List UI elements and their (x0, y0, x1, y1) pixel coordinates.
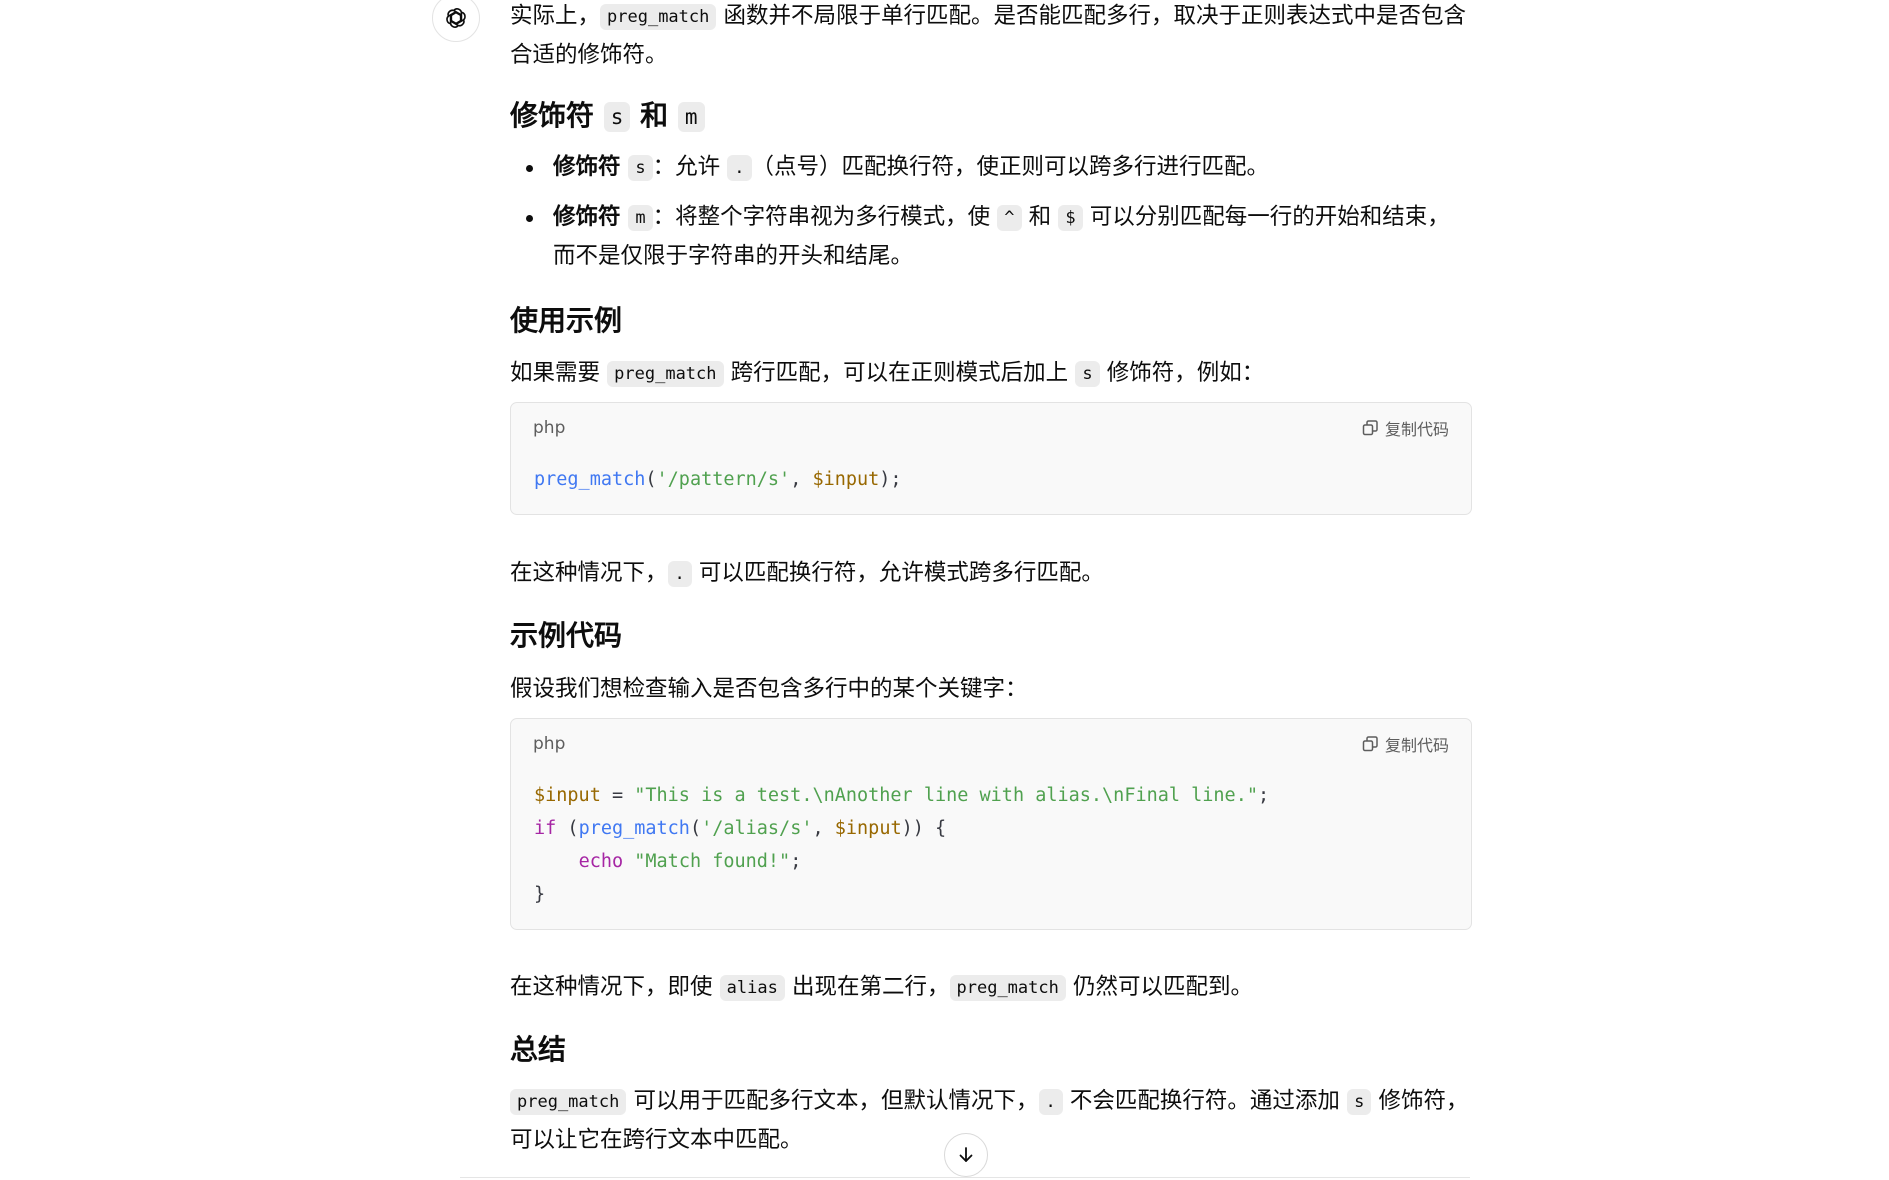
arrow-down-icon (959, 1147, 973, 1162)
usage-heading: 使用示例 (510, 304, 623, 337)
text: 实际上， (510, 3, 601, 29)
summary-paragraph: preg_match 可以用于匹配多行文本，但默认情况下，. 不会匹配换行符。通… (510, 1082, 1472, 1159)
code-token: ); (879, 469, 902, 490)
openai-logo-icon (446, 8, 466, 28)
bold-text: 修饰符 (553, 154, 629, 180)
example-heading: 示例代码 (510, 619, 623, 652)
code-block: php 复制代码 $input = "This is a test.\nAnot… (510, 718, 1472, 930)
list-item: 修饰符 s ：允许 . （点号）匹配换行符，使正则可以跨多行进行匹配。 (510, 148, 1472, 187)
inline-code: m (628, 205, 653, 231)
text: 如果需要 (510, 360, 608, 386)
heading-text: 和 (630, 99, 678, 132)
code-token: $input (534, 785, 601, 806)
code-language-label: php (533, 418, 566, 438)
inline-code: . (727, 155, 752, 181)
code-token: } (534, 884, 546, 905)
copy-icon (1362, 736, 1378, 752)
code-token: $input (812, 469, 880, 490)
code-block-header: php 复制代码 (511, 719, 1471, 769)
assistant-avatar (432, 0, 480, 42)
inline-code: preg_match (510, 1089, 627, 1115)
text: 出现在第二行， (784, 974, 950, 1000)
explanation-paragraph: 在这种情况下，. 可以匹配换行符，允许模式跨多行匹配。 (510, 554, 1472, 593)
text: 可以匹配换行符，允许模式跨多行匹配。 (691, 560, 1104, 586)
text: （点号）匹配换行符，使正则可以跨多行进行匹配。 (751, 154, 1270, 180)
text: ：将整个字符串视为多行模式，使 (652, 204, 998, 230)
code-block: php 复制代码 preg_match('/pattern/s', $input… (510, 402, 1472, 515)
code-content[interactable]: preg_match('/pattern/s', $input); (511, 453, 1471, 514)
code-token: )) { (901, 818, 947, 839)
code-token: , (812, 818, 835, 839)
inline-code: preg_match (607, 361, 724, 387)
summary-heading: 总结 (510, 1033, 567, 1066)
text: 和 (1021, 204, 1059, 230)
code-token: '/pattern/s' (656, 469, 791, 490)
code-token: ( (689, 818, 702, 839)
bold-text: 修饰符 (553, 204, 629, 230)
code-token: ; (790, 851, 802, 872)
code-token: '/alias/s' (701, 818, 813, 839)
code-content[interactable]: $input = "This is a test.\nAnother line … (511, 769, 1471, 929)
code-language-label: php (533, 734, 566, 754)
inline-code: s (628, 155, 653, 181)
code-token: "Match found!" (634, 851, 791, 872)
inline-code: . (667, 561, 692, 587)
inline-code: s (1075, 361, 1100, 387)
code-token: preg_match (578, 818, 690, 839)
text: 仍然可以匹配到。 (1065, 974, 1254, 1000)
inline-code: preg_match (949, 975, 1066, 1001)
result-paragraph: 在这种情况下，即使 alias 出现在第二行， preg_match 仍然可以匹配… (510, 968, 1472, 1007)
intro-paragraph: 实际上， preg_match 函数并不局限于单行匹配。是否能匹配多行，取决于正则… (510, 0, 1472, 74)
code-token: preg_match (534, 469, 646, 490)
example-paragraph: 假设我们想检查输入是否包含多行中的某个关键字： (510, 676, 1028, 702)
copy-code-button[interactable]: 复制代码 (1361, 416, 1449, 440)
scroll-to-bottom-button[interactable] (944, 1133, 988, 1177)
text: 修饰符，例如： (1099, 360, 1265, 386)
text: 在这种情况下，即使 (510, 974, 720, 1000)
composer-divider (460, 1177, 1470, 1178)
code-token: $input (834, 818, 902, 839)
copy-code-button[interactable]: 复制代码 (1361, 732, 1449, 756)
code-token: ( (645, 469, 657, 490)
list-item: 修饰符 m ：将整个字符串视为多行模式，使 ^ 和 $ 可以分别匹配每一行的开始和… (510, 198, 1472, 275)
inline-code: s (1347, 1089, 1372, 1115)
inline-code: preg_match (600, 4, 717, 30)
text: 不会匹配换行符。通过添加 (1062, 1088, 1348, 1114)
code-token: , (790, 469, 813, 490)
text: 在这种情况下， (510, 560, 668, 586)
modifiers-list: 修饰符 s ：允许 . （点号）匹配换行符，使正则可以跨多行进行匹配。 修饰符 m：… (510, 148, 1472, 275)
code-token: echo (578, 851, 624, 872)
code-token: if (534, 818, 557, 839)
code-token: = (600, 785, 635, 806)
heading-text: 修饰符 (510, 99, 604, 132)
inline-code: ^ (997, 205, 1022, 231)
text: ：允许 (652, 154, 728, 180)
code-block-header: php 复制代码 (511, 403, 1471, 453)
inline-code: $ (1058, 205, 1083, 231)
code-token: ( (556, 818, 579, 839)
usage-paragraph: 如果需要 preg_match 跨行匹配，可以在正则模式后加上 s 修饰符，例如… (510, 354, 1472, 393)
code-token: ; (1257, 785, 1270, 806)
modifiers-heading: 修饰符 s 和 m (510, 96, 705, 137)
inline-code: m (677, 102, 705, 132)
inline-code: . (1038, 1089, 1063, 1115)
copy-code-label: 复制代码 (1384, 736, 1449, 755)
text: 可以用于匹配多行文本，但默认情况下， (626, 1088, 1039, 1114)
copy-icon (1362, 420, 1378, 436)
code-token: "This is a test.\nAnother line with alia… (634, 785, 1258, 806)
copy-code-label: 复制代码 (1384, 420, 1449, 439)
text: 跨行匹配，可以在正则模式后加上 (723, 360, 1076, 386)
inline-code: s (603, 102, 631, 132)
inline-code: alias (719, 975, 785, 1001)
